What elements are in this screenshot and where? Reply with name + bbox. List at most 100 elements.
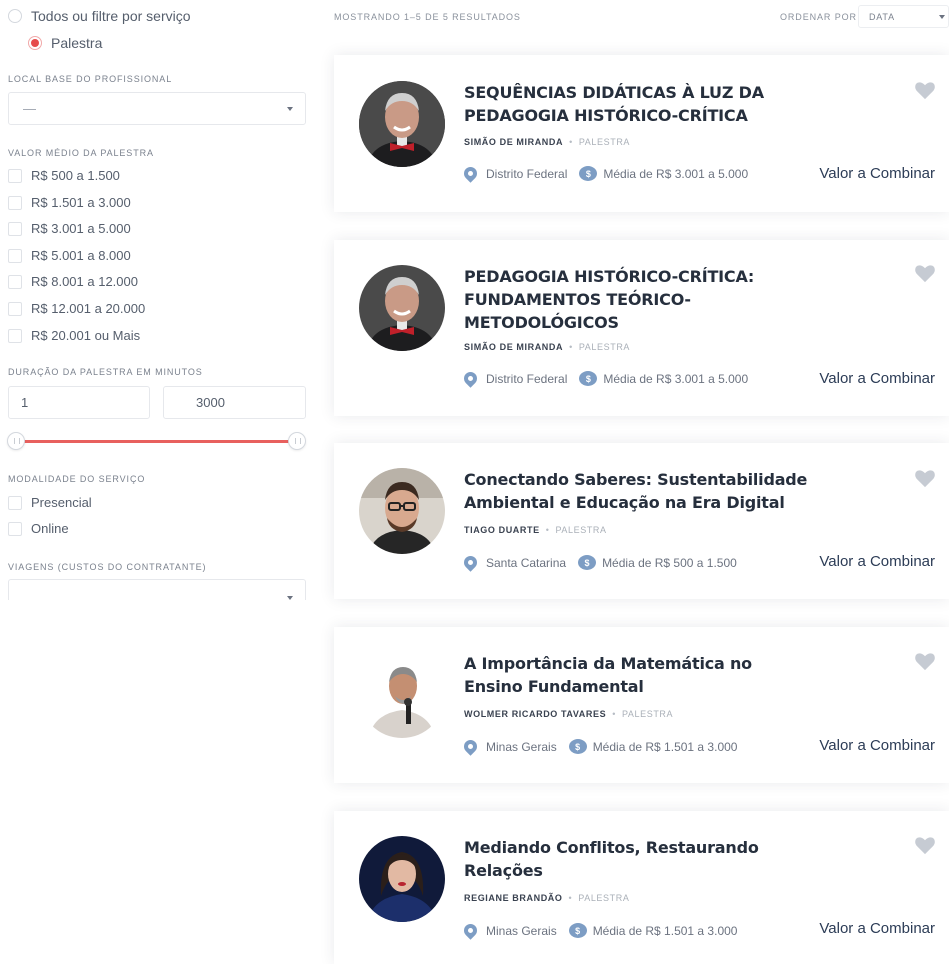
coin-icon: $ xyxy=(579,166,598,181)
card-info: Santa Catarina $ Média de R$ 500 a 1.500 xyxy=(461,553,737,572)
radio-all-services[interactable]: Todos ou filtre por serviço xyxy=(8,8,191,24)
card-meta: REGIANE BRANDÃO • PALESTRA xyxy=(464,893,629,903)
card-meta: TIAGO DUARTE • PALESTRA xyxy=(464,525,607,535)
card-title[interactable]: A Importância da Matemática no Ensino Fu… xyxy=(464,652,814,698)
heart-icon[interactable] xyxy=(915,82,935,100)
checkbox-label: R$ 500 a 1.500 xyxy=(31,168,120,183)
modalidade-label: MODALIDADE DO SERVIÇO xyxy=(8,474,146,484)
checkbox[interactable] xyxy=(8,248,22,263)
location: Distrito Federal xyxy=(486,166,568,181)
heart-icon[interactable] xyxy=(915,653,935,671)
checkbox-valor-3[interactable]: R$ 3.001 a 5.000 xyxy=(8,221,131,236)
result-card[interactable]: PEDAGOGIA HISTÓRICO-CRÍTICA: FUNDAMENTOS… xyxy=(334,240,949,416)
card-info: Distrito Federal $ Média de R$ 3.001 a 5… xyxy=(461,164,748,183)
radio-circle-checked[interactable] xyxy=(28,36,42,50)
duracao-slider-track[interactable] xyxy=(14,440,298,443)
heart-icon[interactable] xyxy=(915,470,935,488)
price-range: Média de R$ 1.501 a 3.000 xyxy=(592,923,738,938)
checkbox-valor-1[interactable]: R$ 500 a 1.500 xyxy=(8,168,120,183)
author-name[interactable]: WOLMER RICARDO TAVARES xyxy=(464,709,606,719)
service-type: PALESTRA xyxy=(578,137,631,147)
filters-sidebar: Todos ou filtre por serviço Palestra LOC… xyxy=(0,0,320,600)
map-pin-icon xyxy=(461,921,480,940)
checkbox-label: Presencial xyxy=(31,495,92,510)
chevron-down-icon xyxy=(287,107,293,111)
location: Santa Catarina xyxy=(486,555,567,570)
map-pin-icon xyxy=(461,737,480,756)
checkbox-label: Online xyxy=(31,521,69,536)
duracao-max-input[interactable]: 3000 xyxy=(163,386,306,419)
avatar xyxy=(359,265,445,351)
heart-icon[interactable] xyxy=(915,265,935,283)
local-select[interactable]: — xyxy=(8,92,306,125)
checkbox[interactable] xyxy=(8,195,22,210)
separator-dot: • xyxy=(568,893,573,903)
viagens-select[interactable] xyxy=(8,579,306,600)
card-title[interactable]: SEQUÊNCIAS DIDÁTICAS À LUZ DA PEDAGOGIA … xyxy=(464,81,814,127)
card-title[interactable]: Conectando Saberes: Sustentabilidade Amb… xyxy=(464,468,814,514)
checkbox[interactable] xyxy=(8,328,22,343)
checkbox[interactable] xyxy=(8,168,22,183)
sort-select-value: DATA xyxy=(869,12,895,22)
checkbox-presencial[interactable]: Presencial xyxy=(8,495,92,510)
checkbox[interactable] xyxy=(8,521,22,536)
sort-label: ORDENAR POR xyxy=(780,12,857,22)
price-label: Valor a Combinar xyxy=(819,165,935,182)
separator-dot: • xyxy=(612,709,616,719)
local-select-value: — xyxy=(23,101,36,116)
checkbox[interactable] xyxy=(8,301,22,316)
service-type: PALESTRA xyxy=(578,342,631,352)
slider-handle-max[interactable] xyxy=(288,432,306,450)
location: Distrito Federal xyxy=(486,371,568,386)
radio-circle[interactable] xyxy=(8,9,22,23)
author-name[interactable]: SIMÃO DE MIRANDA xyxy=(464,137,563,147)
checkbox-valor-7[interactable]: R$ 20.001 ou Mais xyxy=(8,328,140,343)
checkbox-valor-4[interactable]: R$ 5.001 a 8.000 xyxy=(8,248,131,263)
service-type: PALESTRA xyxy=(621,709,674,719)
checkbox-valor-2[interactable]: R$ 1.501 a 3.000 xyxy=(8,195,131,210)
price-label: Valor a Combinar xyxy=(819,370,935,387)
separator-dot: • xyxy=(569,137,573,147)
duracao-min-input[interactable]: 1 xyxy=(8,386,150,419)
price-label: Valor a Combinar xyxy=(819,920,935,937)
avatar xyxy=(359,81,445,167)
checkbox[interactable] xyxy=(8,221,22,236)
map-pin-icon xyxy=(461,164,480,183)
result-card[interactable]: SEQUÊNCIAS DIDÁTICAS À LUZ DA PEDAGOGIA … xyxy=(334,55,949,212)
map-pin-icon xyxy=(461,369,480,388)
result-card[interactable]: Conectando Saberes: Sustentabilidade Amb… xyxy=(334,443,949,599)
author-name[interactable]: TIAGO DUARTE xyxy=(464,525,540,535)
sort-select[interactable]: DATA xyxy=(858,5,949,28)
duracao-label: DURAÇÃO DA PALESTRA EM MINUTOS xyxy=(8,367,203,377)
checkbox-valor-6[interactable]: R$ 12.001 a 20.000 xyxy=(8,301,145,316)
result-card[interactable]: A Importância da Matemática no Ensino Fu… xyxy=(334,627,949,783)
checkbox-online[interactable]: Online xyxy=(8,521,69,536)
checkbox-valor-5[interactable]: R$ 8.001 a 12.000 xyxy=(8,274,138,289)
card-meta: SIMÃO DE MIRANDA • PALESTRA xyxy=(464,342,630,352)
service-type: PALESTRA xyxy=(578,893,630,903)
coin-icon: $ xyxy=(579,371,598,386)
card-info: Minas Gerais $ Média de R$ 1.501 a 3.000 xyxy=(461,921,738,940)
local-label: LOCAL BASE DO PROFISSIONAL xyxy=(8,74,173,84)
card-title[interactable]: Mediando Conflitos, Restaurando Relações xyxy=(464,836,814,882)
card-meta: WOLMER RICARDO TAVARES • PALESTRA xyxy=(464,709,673,719)
slider-handle-min[interactable] xyxy=(7,432,25,450)
checkbox[interactable] xyxy=(8,274,22,289)
chevron-down-icon xyxy=(939,15,945,19)
radio-palestra[interactable]: Palestra xyxy=(28,35,102,51)
author-name[interactable]: REGIANE BRANDÃO xyxy=(464,893,563,903)
author-name[interactable]: SIMÃO DE MIRANDA xyxy=(464,342,563,352)
price-range: Média de R$ 500 a 1.500 xyxy=(602,555,737,570)
card-title[interactable]: PEDAGOGIA HISTÓRICO-CRÍTICA: FUNDAMENTOS… xyxy=(464,265,814,334)
coin-icon: $ xyxy=(578,555,597,570)
price-range: Média de R$ 1.501 a 3.000 xyxy=(592,739,738,754)
card-info: Minas Gerais $ Média de R$ 1.501 a 3.000 xyxy=(461,737,738,756)
checkbox[interactable] xyxy=(8,495,22,510)
result-card[interactable]: Mediando Conflitos, Restaurando Relações… xyxy=(334,811,949,964)
checkbox-label: R$ 12.001 a 20.000 xyxy=(31,301,146,316)
price-label: Valor a Combinar xyxy=(819,737,935,754)
separator-dot: • xyxy=(569,342,573,352)
radio-label: Palestra xyxy=(51,35,103,51)
price-label: Valor a Combinar xyxy=(819,553,935,570)
heart-icon[interactable] xyxy=(915,837,935,855)
